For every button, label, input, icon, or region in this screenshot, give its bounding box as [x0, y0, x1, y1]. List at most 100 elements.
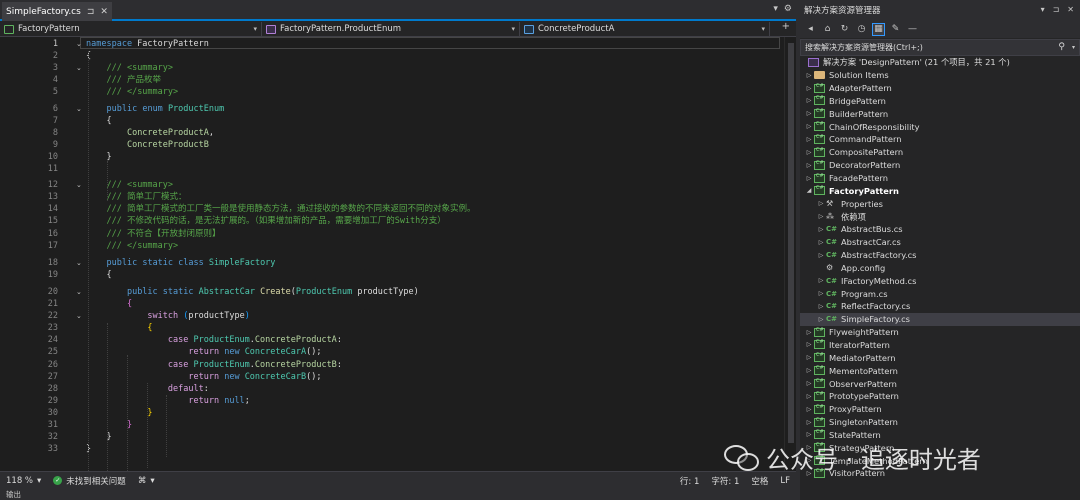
tree-item-project[interactable]: ▷ SingletonPattern: [800, 416, 1080, 429]
code-line[interactable]: 15 /// 不修改代码的话，是无法扩展的。（如果增加新的产品，需要增加工厂的S…: [0, 215, 784, 227]
code-line[interactable]: 3 ⌄ /// <summary>: [0, 62, 784, 74]
line-indicator[interactable]: 行: 1: [674, 475, 705, 487]
back-icon[interactable]: ◂: [804, 23, 817, 36]
tree-item-file[interactable]: ▷ C# Program.cs: [800, 287, 1080, 300]
tree-item-file[interactable]: ▷ C# ReflectFactory.cs: [800, 300, 1080, 313]
chevron-down-icon[interactable]: ▾: [1072, 44, 1075, 51]
tree-item-project[interactable]: ▷ BridgePattern: [800, 95, 1080, 108]
code-line[interactable]: 30 }: [0, 407, 784, 419]
code-line[interactable]: 2{: [0, 50, 784, 62]
type-selector[interactable]: FactoryPattern.ProductEnum ▾: [262, 22, 520, 36]
expand-arrow-icon[interactable]: ▷: [816, 303, 826, 310]
code-line[interactable]: 28 default:: [0, 383, 784, 395]
code-line[interactable]: 5 /// </summary>: [0, 86, 784, 98]
tree-item-project[interactable]: ▷ DecoratorPattern: [800, 159, 1080, 172]
search-icon[interactable]: ⚲: [1058, 42, 1065, 52]
expand-arrow-icon[interactable]: ▷: [816, 213, 826, 220]
expand-arrow-icon[interactable]: ▷: [804, 431, 814, 438]
tree-item-project[interactable]: ◢ FactoryPattern: [800, 184, 1080, 197]
close-icon[interactable]: ✕: [100, 7, 108, 17]
tree-item-file[interactable]: ▷ C# AbstractCar.cs: [800, 236, 1080, 249]
zoom-level[interactable]: 118 % ▾: [0, 476, 47, 486]
expand-arrow-icon[interactable]: ▷: [804, 136, 814, 143]
tree-item-project[interactable]: ▷ IteratorPattern: [800, 339, 1080, 352]
vertical-scrollbar[interactable]: [784, 37, 796, 471]
code-line[interactable]: 13 /// 简单工厂模式：: [0, 191, 784, 203]
settings-icon[interactable]: ⚙: [784, 4, 792, 14]
expand-arrow-icon[interactable]: ▷: [804, 110, 814, 117]
code-line[interactable]: 26 case ProductEnum.ConcreteProductB:: [0, 359, 784, 371]
expand-arrow-icon[interactable]: ▷: [804, 97, 814, 104]
tree-item-project[interactable]: ▷ CommandPattern: [800, 133, 1080, 146]
split-add-icon[interactable]: +: [782, 21, 790, 32]
fold-toggle-icon[interactable]: ⌄: [76, 103, 82, 115]
tree-item-project[interactable]: ▷ MementoPattern: [800, 364, 1080, 377]
code-text-area[interactable]: 1 ⌄ namespace FactoryPattern 2{3 ⌄ /// <summ…: [0, 37, 796, 471]
tree-item-project[interactable]: ▷ CompositePattern: [800, 146, 1080, 159]
wrench-icon[interactable]: ✎: [889, 23, 902, 36]
code-line[interactable]: 22 ⌄ switch (productType): [0, 310, 784, 322]
expand-arrow-icon[interactable]: ▷: [804, 406, 814, 413]
expand-arrow-icon[interactable]: ▷: [804, 341, 814, 348]
code-line[interactable]: 4 /// 产品枚举: [0, 74, 784, 86]
code-line[interactable]: 25 return new ConcreteCarA();: [0, 346, 784, 358]
project-selector[interactable]: FactoryPattern ▾: [0, 22, 262, 36]
code-line[interactable]: 19 {: [0, 269, 784, 281]
code-line[interactable]: 23 {: [0, 322, 784, 334]
tree-item-file[interactable]: ▷ C# AbstractBus.cs: [800, 223, 1080, 236]
tree-item-project[interactable]: ▷ ProxyPattern: [800, 403, 1080, 416]
code-line[interactable]: 24 case ProductEnum.ConcreteProductA:: [0, 334, 784, 346]
solution-root[interactable]: 解决方案 'DesignPattern' (21 个项目，共 21 个): [800, 56, 1080, 69]
history-icon[interactable]: ◷: [855, 23, 868, 36]
expand-arrow-icon[interactable]: ▷: [804, 123, 814, 130]
tree-item-project[interactable]: ▷ BuilderPattern: [800, 107, 1080, 120]
expand-arrow-icon[interactable]: ▷: [804, 175, 814, 182]
pin-icon[interactable]: ⊐: [1053, 5, 1060, 14]
expand-arrow-icon[interactable]: ▷: [804, 85, 814, 92]
code-cleanup-button[interactable]: ⌘ ▾: [132, 476, 161, 486]
scrollbar-thumb[interactable]: [788, 43, 794, 443]
fold-toggle-icon[interactable]: ⌄: [76, 179, 82, 191]
tree-item-file[interactable]: ▷ ⚒ Properties: [800, 197, 1080, 210]
code-line[interactable]: 7 {: [0, 115, 784, 127]
code-line[interactable]: 1 ⌄ namespace FactoryPattern: [0, 38, 784, 50]
expand-arrow-icon[interactable]: ▷: [816, 252, 826, 259]
fold-toggle-icon[interactable]: ⌄: [76, 257, 82, 269]
tree-item-file[interactable]: ▷ C# SimpleFactory.cs: [800, 312, 1080, 326]
code-line[interactable]: 6 ⌄ public enum ProductEnum: [0, 103, 784, 115]
code-line[interactable]: 14 /// 简单工厂模式的工厂类一般是使用静态方法，通过接收的参数的不同来返回…: [0, 203, 784, 215]
tree-item-project[interactable]: ▷ MediatorPattern: [800, 351, 1080, 364]
tree-item-file[interactable]: ▷ C# IFactoryMethod.cs: [800, 274, 1080, 287]
code-line[interactable]: 33}: [0, 443, 784, 455]
fold-toggle-icon[interactable]: ⌄: [76, 62, 82, 74]
tree-item-file[interactable]: ⚙ App.config: [800, 262, 1080, 275]
code-line[interactable]: 17 /// </summary>: [0, 240, 784, 252]
code-line[interactable]: 21 {: [0, 298, 784, 310]
code-line[interactable]: 10 }: [0, 151, 784, 163]
code-line[interactable]: 27 return new ConcreteCarB();: [0, 371, 784, 383]
expand-arrow-icon[interactable]: ▷: [804, 72, 814, 79]
tree-item-project[interactable]: ▷ FacadePattern: [800, 172, 1080, 185]
code-line[interactable]: 16 /// 不符合【开放封闭原则】: [0, 228, 784, 240]
chevron-down-icon[interactable]: ▾: [1041, 5, 1045, 14]
issues-indicator[interactable]: ✓ 未找到相关问题: [47, 475, 132, 487]
code-line[interactable]: 31 }: [0, 419, 784, 431]
tree-item-project[interactable]: ▷ ChainOfResponsibility: [800, 120, 1080, 133]
code-line[interactable]: 8 ConcreteProductA,: [0, 127, 784, 139]
solution-tree[interactable]: 解决方案 'DesignPattern' (21 个项目，共 21 个) ▷ So…: [800, 56, 1080, 480]
expand-arrow-icon[interactable]: ▷: [816, 316, 826, 323]
expand-arrow-icon[interactable]: ▷: [804, 380, 814, 387]
code-editor[interactable]: SimpleFactory.cs ⊐ ✕ ▾ ⚙ FactoryPattern …: [0, 0, 796, 500]
fold-toggle-icon[interactable]: ⌄: [76, 310, 82, 322]
code-line[interactable]: 11: [0, 163, 784, 175]
collapse-icon[interactable]: —: [906, 23, 919, 36]
expand-arrow-icon[interactable]: ▷: [816, 226, 826, 233]
code-line[interactable]: 9 ConcreteProductB: [0, 139, 784, 151]
tree-item-file[interactable]: ▷ ⁂ 依赖项: [800, 210, 1080, 223]
expand-arrow-icon[interactable]: ▷: [804, 393, 814, 400]
sync-icon[interactable]: ↻: [838, 23, 851, 36]
code-line[interactable]: 12 ⌄ /// <summary>: [0, 179, 784, 191]
member-selector[interactable]: ConcreteProductA ▾: [520, 22, 770, 36]
code-line[interactable]: 29 return null;: [0, 395, 784, 407]
tree-item-project[interactable]: ▷ AdapterPattern: [800, 82, 1080, 95]
